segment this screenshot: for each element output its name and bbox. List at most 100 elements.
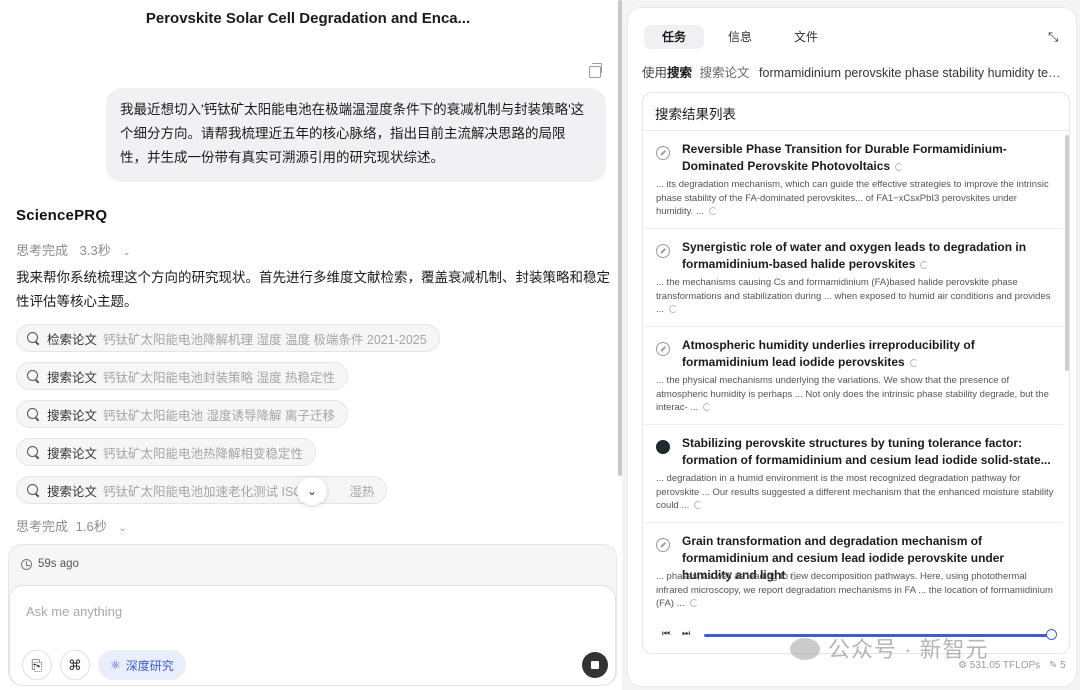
thinking-time: 3.3秒 — [79, 243, 111, 258]
composer: 59s ago Ask me anything ⎘ ⌘ ⚛ 深度研究 — [8, 544, 617, 686]
tab-files[interactable]: 文件 — [776, 25, 836, 49]
search-chip-query: 钙钛矿太阳能电池封装策略 湿度 热稳定性 — [103, 370, 335, 385]
search-results-panel: 搜索结果列表 Reversible Phase Transition for D… — [642, 92, 1070, 654]
chat-pane: Perovskite Solar Cell Degradation and En… — [0, 0, 622, 690]
watermark: 公众号 · 新智元 — [790, 632, 989, 664]
user-message: 我最近想切入'钙钛矿太阳能电池在极端温湿度条件下的衰减机制与封装策略'这个细分方… — [106, 88, 606, 182]
search-chip-action: 搜索论文 — [47, 370, 98, 385]
search-chip-query: 钙钛矿太阳能电池加速老化测试 ISOS — [103, 484, 312, 499]
tab-info[interactable]: 信息 — [710, 25, 770, 49]
search-chip-action: 搜索论文 — [47, 446, 98, 461]
assistant-answer: 我来帮你系统梳理这个方向的研究现状。首先进行多维度文献检索，覆盖衰减机制、封装策… — [16, 270, 610, 309]
loading-icon — [689, 599, 698, 607]
result-item[interactable]: Reversible Phase Transition for Durable … — [643, 132, 1063, 229]
panel-tabs: 任务 信息 文件 — [644, 25, 842, 49]
chat-scrollbar[interactable] — [618, 0, 622, 476]
copy-icon[interactable] — [589, 63, 602, 78]
time-ago-text: 59s ago — [38, 558, 79, 570]
loading-icon — [920, 261, 929, 269]
result-snippet: ... the physical mechanisms underlying t… — [656, 375, 1049, 413]
result-title[interactable]: Reversible Phase Transition for Durable … — [682, 141, 1054, 175]
search-chip-1[interactable]: 检索论文 钙钛矿太阳能电池降解机理 湿度 温度 极端条件 2021-2025 — [16, 324, 440, 352]
link-icon — [656, 146, 670, 160]
search-icon — [27, 484, 39, 496]
result-title[interactable]: Synergistic role of water and oxygen lea… — [682, 239, 1054, 273]
results-scrollbar[interactable] — [1065, 135, 1069, 371]
result-snippet: ... degradation in a humid environment i… — [656, 473, 1054, 511]
tab-task[interactable]: 任务 — [644, 25, 704, 49]
clock-icon — [21, 558, 32, 570]
using-tool: 搜索 — [667, 66, 693, 80]
result-snippet: ... the mechanisms causing Cs and formam… — [656, 277, 1051, 315]
using-query: formamidinium perovskite phase stability… — [759, 66, 1066, 80]
search-chip-2[interactable]: 搜索论文 钙钛矿太阳能电池封装策略 湿度 热稳定性 — [16, 362, 348, 390]
command-button[interactable]: ⌘ — [60, 650, 90, 680]
result-item[interactable]: Grain transformation and degradation mec… — [643, 524, 1063, 621]
thinking-label: 思考完成 — [16, 519, 69, 534]
link-icon — [656, 538, 670, 552]
skip-back-icon[interactable]: ⏮ — [662, 628, 670, 639]
paperclip-icon: ⎘ — [31, 657, 43, 673]
result-snippet: ... its degradation mechanism, which can… — [656, 179, 1049, 217]
input-placeholder: Ask me anything — [26, 604, 123, 619]
search-chip-query: 钙钛矿太阳能电池热降解相变稳定性 — [103, 446, 304, 461]
collapse-icon[interactable]: ⤡ — [1048, 30, 1062, 44]
using-prefix: 使用 — [642, 66, 668, 80]
results-header: 搜索结果列表 — [643, 93, 1069, 131]
using-label: 搜索论文 — [699, 66, 750, 80]
loading-icon — [668, 305, 677, 313]
command-icon: ⌘ — [68, 657, 82, 673]
atom-icon: ⚛ — [110, 658, 121, 672]
search-chip-action: 搜索论文 — [47, 484, 98, 499]
loading-icon — [694, 501, 703, 509]
loading-icon — [708, 207, 717, 215]
search-chip-query: 钙钛矿太阳能电池降解机理 湿度 温度 极端条件 2021-2025 — [103, 332, 427, 347]
thinking-status-2[interactable]: 思考完成 1.6秒 ⌄ — [16, 516, 127, 535]
assistant-logo: SciencePRQ — [16, 207, 108, 224]
loading-icon — [909, 359, 918, 367]
thinking-status-1[interactable]: 思考完成 3.3秒 ⌄ — [16, 240, 131, 259]
search-chip-query: 钙钛矿太阳能电池 湿度诱导降解 离子迁移 — [103, 408, 335, 423]
watermark-text: 公众号 · 新智元 — [828, 637, 989, 662]
pen-icon: ✎ — [1048, 660, 1058, 671]
chevron-down-icon: ⌄ — [122, 247, 131, 258]
search-chip-3[interactable]: 搜索论文 钙钛矿太阳能电池 湿度诱导降解 离子迁移 — [16, 400, 348, 428]
link-icon — [656, 342, 670, 356]
result-item[interactable]: Atmospheric humidity underlies irreprodu… — [643, 328, 1063, 425]
thinking-label: 思考完成 — [16, 243, 69, 258]
search-chip-4[interactable]: 搜索论文 钙钛矿太阳能电池热降解相变稳定性 — [16, 438, 317, 466]
last-run-time: 59s ago — [21, 558, 79, 570]
search-chip-action: 搜索论文 — [47, 408, 98, 423]
site-logo-icon — [656, 440, 670, 454]
search-icon — [27, 332, 39, 344]
attach-button[interactable]: ⎘ — [22, 650, 52, 680]
search-icon — [27, 408, 39, 420]
task-panel: 任务 信息 文件 ⤡ 使用搜索 搜索论文 formamidinium perov… — [627, 7, 1077, 687]
message-input[interactable]: Ask me anything ⎘ ⌘ ⚛ 深度研究 — [9, 585, 616, 686]
result-item[interactable]: Synergistic role of water and oxygen lea… — [643, 230, 1063, 327]
result-item[interactable]: Stabilizing perovskite structures by tun… — [643, 426, 1063, 523]
playback-thumb[interactable] — [1046, 629, 1057, 640]
result-snippet: ... phases, as well as leading to new de… — [656, 571, 1053, 609]
chevron-down-icon: ⌄ — [118, 523, 127, 534]
search-chip-action: 检索论文 — [47, 332, 98, 347]
search-icon — [27, 446, 39, 458]
wechat-icon — [790, 638, 820, 660]
search-chip-query-tail: 湿热 — [349, 484, 375, 499]
thinking-time: 1.6秒 — [75, 519, 107, 534]
skip-forward-icon[interactable]: ⏭ — [682, 628, 690, 639]
result-title[interactable]: Stabilizing perovskite structures by tun… — [682, 435, 1054, 469]
loading-icon — [703, 403, 712, 411]
deep-research-label: 深度研究 — [125, 658, 174, 673]
link-icon — [656, 244, 670, 258]
tflops-extra: 5 — [1060, 660, 1066, 671]
search-chip-5[interactable]: 搜索论文 钙钛矿太阳能电池加速老化测试 ISOS 湿热 — [16, 476, 388, 504]
conversation-title: Perovskite Solar Cell Degradation and En… — [145, 10, 471, 27]
search-icon — [27, 370, 39, 382]
result-title[interactable]: Atmospheric humidity underlies irreprodu… — [682, 337, 1054, 371]
stop-button[interactable] — [582, 652, 608, 678]
scroll-down-button[interactable]: ⌄ — [297, 477, 327, 505]
tool-usage-line: 使用搜索 搜索论文 formamidinium perovskite phase… — [642, 62, 1066, 81]
loading-icon — [895, 163, 904, 171]
deep-research-button[interactable]: ⚛ 深度研究 — [98, 650, 186, 680]
